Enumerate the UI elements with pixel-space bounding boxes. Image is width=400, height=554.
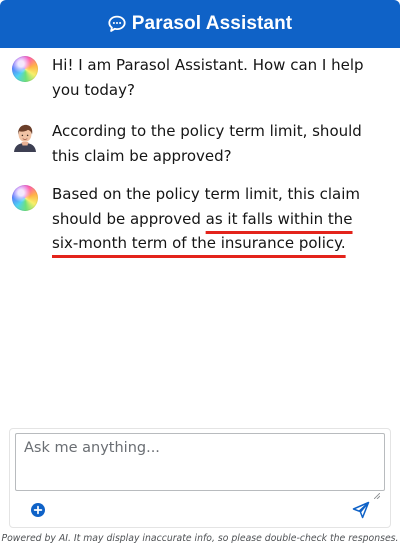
ai-disclaimer: Powered by AI. It may display inaccurate… bbox=[1, 533, 399, 544]
user-avatar bbox=[12, 122, 38, 152]
header-inner: Parasol Assistant bbox=[108, 13, 292, 35]
composer bbox=[9, 428, 391, 528]
message-text: Based on the policy term limit, this cla… bbox=[52, 182, 382, 256]
message-text: According to the policy term limit, shou… bbox=[52, 122, 362, 165]
assistant-orb-icon bbox=[12, 56, 38, 82]
message-list: Hi! I am Parasol Assistant. How can I he… bbox=[0, 48, 400, 422]
header-title: Parasol Assistant bbox=[131, 13, 293, 34]
message-assistant: Hi! I am Parasol Assistant. How can I he… bbox=[12, 53, 392, 102]
message-assistant: Based on the policy term limit, this cla… bbox=[12, 182, 392, 256]
send-icon[interactable] bbox=[352, 501, 370, 519]
chat-bubble-icon bbox=[108, 15, 126, 33]
assistant-orb-icon bbox=[12, 185, 38, 211]
message-input[interactable] bbox=[15, 433, 385, 491]
resize-grip-icon[interactable] bbox=[373, 484, 381, 500]
plus-circle-icon[interactable] bbox=[30, 502, 46, 518]
message-text: Hi! I am Parasol Assistant. How can I he… bbox=[52, 56, 364, 99]
chat-window: Parasol Assistant Hi! I am Parasol Assis… bbox=[0, 0, 400, 554]
header: Parasol Assistant bbox=[0, 0, 400, 48]
message-user: According to the policy term limit, shou… bbox=[12, 119, 392, 168]
